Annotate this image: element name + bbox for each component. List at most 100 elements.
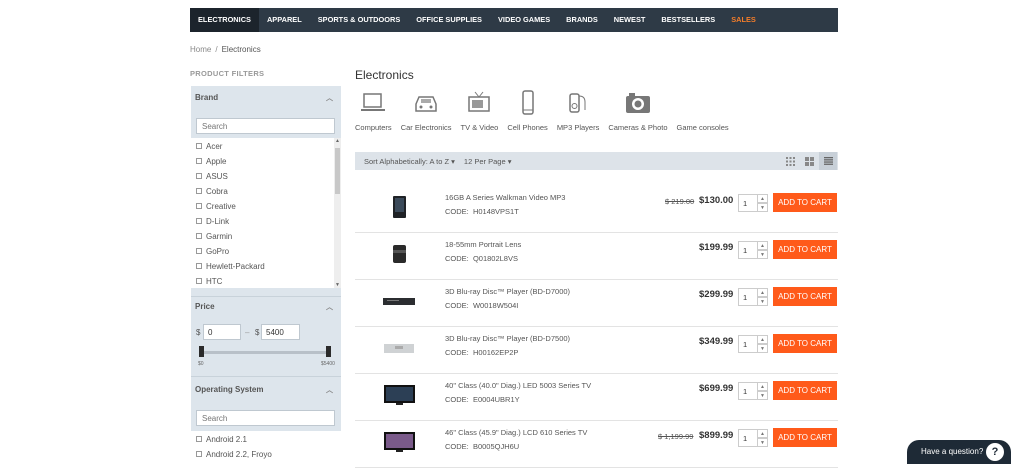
checkbox[interactable] xyxy=(196,248,202,254)
scroll-up-arrow-icon[interactable]: ▲ xyxy=(334,138,341,144)
os-filter-header[interactable]: Operating System ︿ xyxy=(191,385,341,394)
brand-option[interactable]: Cobra xyxy=(196,185,228,197)
question-mark-icon[interactable]: ? xyxy=(986,443,1004,461)
brand-option[interactable]: Apple xyxy=(196,155,226,167)
checkbox[interactable] xyxy=(196,233,202,239)
quantity-input[interactable]: 1 xyxy=(738,194,758,212)
qty-increase-icon[interactable]: ▲ xyxy=(757,241,768,250)
checkbox[interactable] xyxy=(196,218,202,224)
category-computers[interactable]: Computers xyxy=(355,90,392,132)
list-view-button[interactable] xyxy=(819,152,837,170)
brand-option[interactable]: ASUS xyxy=(196,170,228,182)
price-max-handle[interactable] xyxy=(326,346,331,357)
product-name[interactable]: 18-55mm Portrait Lens xyxy=(445,240,521,249)
quantity-input[interactable]: 1 xyxy=(738,288,758,306)
product-name[interactable]: 46" Class (45.9" Diag.) LCD 610 Series T… xyxy=(445,428,587,437)
add-to-cart-button[interactable]: ADD TO CART xyxy=(773,381,837,400)
breadcrumb-home[interactable]: Home xyxy=(190,45,211,54)
checkbox[interactable] xyxy=(196,188,202,194)
checkbox[interactable] xyxy=(196,143,202,149)
price-min-input[interactable]: 0 xyxy=(203,324,241,340)
nav-brands[interactable]: BRANDS xyxy=(558,8,606,32)
brand-list-scrollbar[interactable]: ▲ ▼ xyxy=(334,138,341,288)
brand-option[interactable]: Acer xyxy=(196,140,222,152)
qty-decrease-icon[interactable]: ▼ xyxy=(757,391,768,400)
checkbox[interactable] xyxy=(196,263,202,269)
brand-option[interactable]: D-Link xyxy=(196,215,229,227)
nav-sales[interactable]: SALES xyxy=(723,8,764,32)
checkbox[interactable] xyxy=(196,278,202,284)
help-widget[interactable]: Have a question? ? xyxy=(907,440,1011,464)
product-name[interactable]: 40" Class (40.0" Diag.) LED 5003 Series … xyxy=(445,381,591,390)
brand-option[interactable]: Hewlett-Packard xyxy=(196,260,265,272)
nav-newest[interactable]: NEWEST xyxy=(606,8,654,32)
product-name[interactable]: 3D Blu-ray Disc™ Player (BD-D7000) xyxy=(445,287,570,296)
checkbox[interactable] xyxy=(196,203,202,209)
nav-video-games[interactable]: VIDEO GAMES xyxy=(490,8,558,32)
product-image[interactable] xyxy=(369,242,431,266)
add-to-cart-button[interactable]: ADD TO CART xyxy=(773,240,837,259)
add-to-cart-button[interactable]: ADD TO CART xyxy=(773,334,837,353)
category-car-electronics[interactable]: Car Electronics xyxy=(401,90,452,132)
os-option[interactable]: Android 2.1 xyxy=(196,433,247,445)
qty-decrease-icon[interactable]: ▼ xyxy=(757,250,768,259)
add-to-cart-button[interactable]: ADD TO CART xyxy=(773,428,837,447)
add-to-cart-button[interactable]: ADD TO CART xyxy=(773,287,837,306)
product-image[interactable] xyxy=(369,195,431,219)
price-min-handle[interactable] xyxy=(199,346,204,357)
brand-option[interactable]: Garmin xyxy=(196,230,232,242)
os-option[interactable]: Android 2.2, Froyo xyxy=(196,448,272,460)
chevron-up-icon[interactable]: ︿ xyxy=(326,302,333,312)
category-cameras-photo[interactable]: Cameras & Photo xyxy=(608,90,668,132)
price-max-input[interactable]: 5400 xyxy=(261,324,300,340)
nav-electronics[interactable]: ELECTRONICS xyxy=(190,8,259,32)
price-range-track[interactable] xyxy=(202,351,329,354)
os-search-input[interactable] xyxy=(196,410,335,426)
checkbox[interactable] xyxy=(196,173,202,179)
qty-decrease-icon[interactable]: ▼ xyxy=(757,203,768,212)
checkbox[interactable] xyxy=(196,158,202,164)
qty-increase-icon[interactable]: ▲ xyxy=(757,429,768,438)
brand-filter-header[interactable]: Brand ︿ xyxy=(191,93,341,102)
quantity-input[interactable]: 1 xyxy=(738,382,758,400)
quantity-input[interactable]: 1 xyxy=(738,241,758,259)
checkbox[interactable] xyxy=(196,436,202,442)
nav-bestsellers[interactable]: BESTSELLERS xyxy=(653,8,723,32)
qty-increase-icon[interactable]: ▲ xyxy=(757,335,768,344)
quantity-input[interactable]: 1 xyxy=(738,335,758,353)
product-name[interactable]: 16GB A Series Walkman Video MP3 xyxy=(445,193,565,202)
qty-decrease-icon[interactable]: ▼ xyxy=(757,344,768,353)
price-filter-header[interactable]: Price ︿ xyxy=(191,302,341,311)
quantity-input[interactable]: 1 xyxy=(738,429,758,447)
per-page-dropdown[interactable]: 12 Per Page ▾ xyxy=(455,157,512,166)
brand-search-input[interactable] xyxy=(196,118,335,134)
category-mp3-players[interactable]: MP3 Players xyxy=(557,90,599,132)
category-tv-video[interactable]: TV & Video xyxy=(461,90,498,132)
scroll-down-arrow-icon[interactable]: ▼ xyxy=(334,282,341,288)
grid-small-view-button[interactable] xyxy=(800,152,818,170)
product-name[interactable]: 3D Blu-ray Disc™ Player (BD-D7500) xyxy=(445,334,570,343)
category-cell-phones[interactable]: Cell Phones xyxy=(507,90,548,132)
category-game-consoles[interactable]: Game consoles xyxy=(677,90,729,132)
product-image[interactable] xyxy=(369,383,431,407)
grid-large-view-button[interactable] xyxy=(781,152,799,170)
product-image[interactable] xyxy=(369,289,431,313)
qty-increase-icon[interactable]: ▲ xyxy=(757,382,768,391)
product-image[interactable] xyxy=(369,336,431,360)
sort-dropdown[interactable]: Sort Alphabetically: A to Z ▾ xyxy=(355,157,455,166)
qty-increase-icon[interactable]: ▲ xyxy=(757,194,768,203)
brand-option[interactable]: GoPro xyxy=(196,245,229,257)
qty-decrease-icon[interactable]: ▼ xyxy=(757,438,768,447)
nav-sports-outdoors[interactable]: SPORTS & OUTDOORS xyxy=(310,8,409,32)
brand-option[interactable]: Creative xyxy=(196,200,236,212)
nav-office-supplies[interactable]: OFFICE SUPPLIES xyxy=(408,8,490,32)
nav-apparel[interactable]: APPAREL xyxy=(259,8,310,32)
brand-option[interactable]: HTC xyxy=(196,275,222,287)
chevron-up-icon[interactable]: ︿ xyxy=(326,93,333,103)
checkbox[interactable] xyxy=(196,451,202,457)
qty-increase-icon[interactable]: ▲ xyxy=(757,288,768,297)
qty-decrease-icon[interactable]: ▼ xyxy=(757,297,768,306)
product-image[interactable] xyxy=(369,430,431,454)
add-to-cart-button[interactable]: ADD TO CART xyxy=(773,193,837,212)
chevron-up-icon[interactable]: ︿ xyxy=(326,385,333,395)
